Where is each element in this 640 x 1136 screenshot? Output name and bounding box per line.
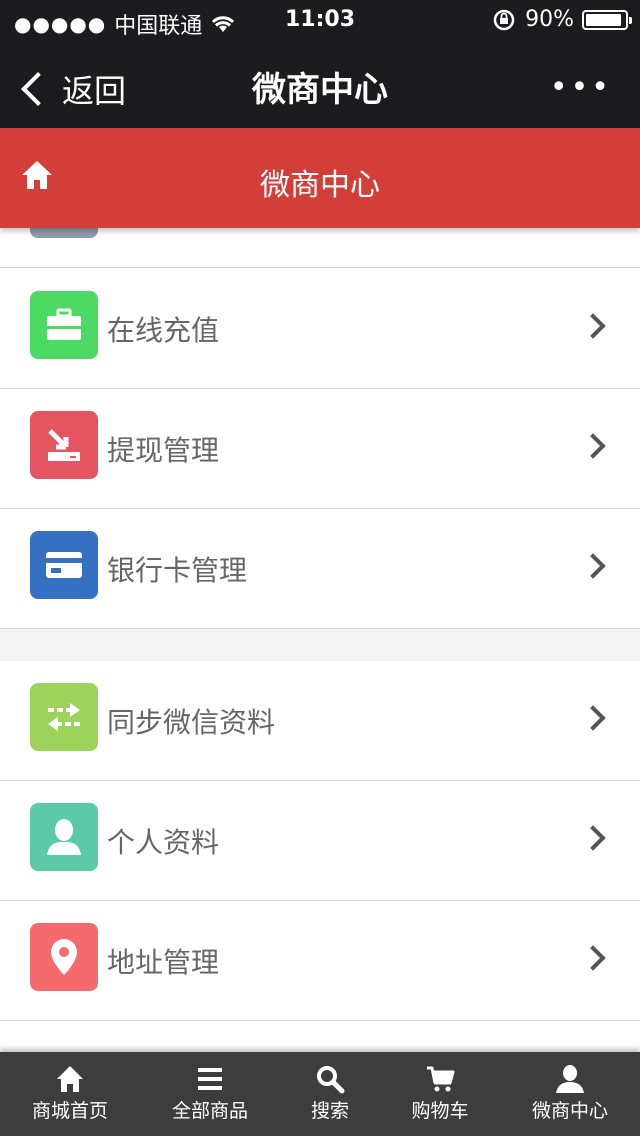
tab-label: 搜索 bbox=[310, 1100, 349, 1122]
battery-percent: 90% bbox=[525, 7, 574, 32]
list-item-partial[interactable] bbox=[0, 228, 640, 268]
navigation-bar: 返回 微商中心 ••• bbox=[0, 40, 640, 128]
status-bar: ●●●●● 中国联通 11:03 90% bbox=[0, 0, 640, 40]
menu-item-address[interactable]: 地址管理 bbox=[0, 901, 640, 1021]
tab-wechat-center[interactable]: 微商中心 bbox=[510, 1052, 630, 1136]
withdraw-icon bbox=[30, 411, 98, 479]
chevron-right-icon bbox=[580, 553, 606, 579]
tab-home[interactable]: 商城首页 bbox=[10, 1052, 130, 1136]
menu-item-withdraw[interactable]: 提现管理 bbox=[0, 389, 640, 509]
tab-label: 全部商品 bbox=[171, 1100, 248, 1122]
rotation-lock-icon bbox=[493, 9, 515, 30]
menu-list: 在线充值 提现管理 银行卡管理 同步微信资料 个人资料 地址管理 bbox=[0, 228, 640, 1052]
menu-label: 地址管理 bbox=[107, 946, 220, 979]
menu-item-bank-card[interactable]: 银行卡管理 bbox=[0, 509, 640, 629]
partial-item-icon bbox=[30, 228, 98, 238]
chevron-right-icon bbox=[580, 705, 606, 731]
menu-item-profile[interactable]: 个人资料 bbox=[0, 781, 640, 901]
wallet-icon bbox=[30, 291, 98, 359]
home-icon bbox=[57, 1066, 83, 1092]
battery-icon bbox=[582, 9, 632, 30]
more-options-icon[interactable]: ••• bbox=[550, 70, 612, 105]
nav-title: 微商中心 bbox=[252, 70, 388, 110]
menu-label: 个人资料 bbox=[107, 826, 220, 859]
cart-icon bbox=[427, 1066, 455, 1092]
menu-item-recharge[interactable]: 在线充值 bbox=[0, 269, 640, 389]
location-pin-icon bbox=[30, 923, 98, 991]
tab-all-products[interactable]: 全部商品 bbox=[150, 1052, 270, 1136]
menu-label: 同步微信资料 bbox=[107, 706, 276, 739]
chevron-right-icon bbox=[580, 313, 606, 339]
page-header: 微商中心 bbox=[0, 128, 640, 228]
menu-label: 在线充值 bbox=[107, 314, 220, 347]
chevron-right-icon bbox=[580, 433, 606, 459]
user-icon bbox=[556, 1065, 584, 1093]
list-icon bbox=[198, 1068, 222, 1090]
menu-label: 银行卡管理 bbox=[107, 554, 248, 587]
bank-card-icon bbox=[30, 531, 98, 599]
bottom-tab-bar: 商城首页 全部商品 搜索 购物车 微商中心 bbox=[0, 1052, 640, 1136]
tab-cart[interactable]: 购物车 bbox=[390, 1052, 490, 1136]
status-right: 90% bbox=[493, 7, 632, 32]
tab-label: 微商中心 bbox=[531, 1100, 608, 1122]
list-item-partial-bottom[interactable] bbox=[0, 1021, 640, 1052]
menu-item-sync-wechat[interactable]: 同步微信资料 bbox=[0, 661, 640, 781]
user-icon bbox=[30, 803, 98, 871]
sync-icon bbox=[30, 683, 98, 751]
tab-search[interactable]: 搜索 bbox=[290, 1052, 370, 1136]
menu-label: 提现管理 bbox=[107, 434, 220, 467]
chevron-right-icon bbox=[580, 825, 606, 851]
chevron-right-icon bbox=[580, 945, 606, 971]
page-title: 微商中心 bbox=[260, 168, 380, 203]
search-icon bbox=[317, 1066, 345, 1094]
tab-label: 购物车 bbox=[411, 1100, 469, 1122]
tab-label: 商城首页 bbox=[31, 1100, 108, 1122]
